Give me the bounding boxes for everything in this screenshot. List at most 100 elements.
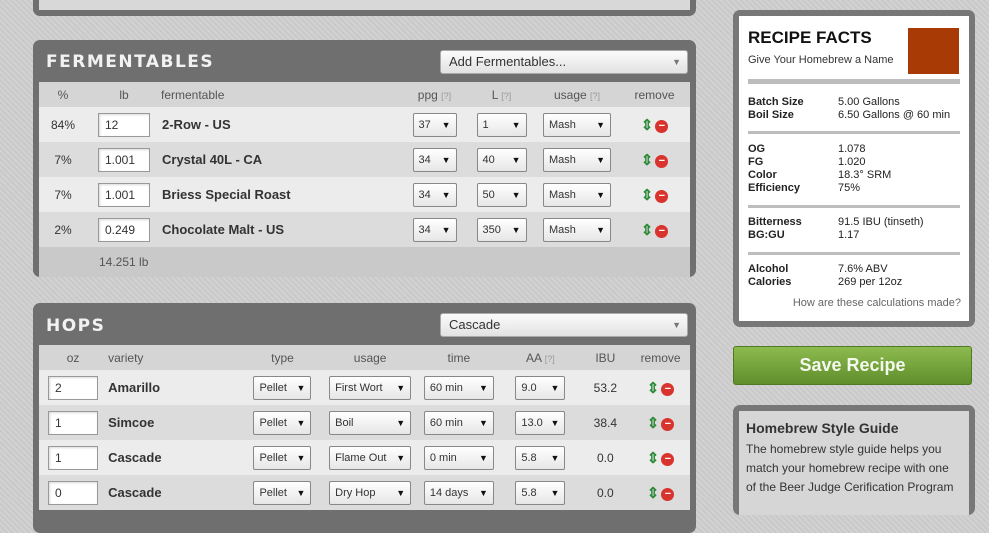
up-down-arrow-icon[interactable]: ⇕: [647, 415, 660, 432]
ppg-select[interactable]: 34 ▼: [412, 217, 457, 242]
add-hops-select[interactable]: Cascade ▼: [440, 313, 688, 337]
fermentables-title: FERMENTABLES: [46, 52, 215, 72]
oz-input[interactable]: 2: [48, 375, 99, 400]
facts-divider: [748, 205, 960, 208]
up-down-arrow-icon[interactable]: ⇕: [647, 450, 660, 467]
hop-type-select[interactable]: Pellet ▼: [253, 410, 312, 435]
hop-variety: Cascade: [107, 475, 242, 510]
col-percent: %: [39, 82, 87, 107]
usage-select[interactable]: Mash ▼: [543, 182, 611, 207]
chevron-down-icon: ▼: [596, 154, 605, 165]
recipe-name-field[interactable]: Give Your Homebrew a Name: [748, 54, 894, 66]
percent-cell: 7%: [39, 177, 87, 212]
remove-icon[interactable]: −: [655, 154, 669, 168]
chevron-down-icon: ▼: [672, 57, 681, 67]
remove-icon[interactable]: −: [655, 119, 669, 133]
hop-ibu: 53.2: [579, 370, 632, 405]
hop-time-select[interactable]: 60 min ▼: [423, 375, 494, 400]
hops-table: oz variety type usage time AA [?] IBU re…: [39, 345, 690, 510]
remove-icon[interactable]: −: [661, 382, 675, 396]
oz-input[interactable]: 0: [48, 480, 99, 505]
style-guide-panel: Homebrew Style Guide The homebrew style …: [733, 405, 975, 515]
usage-select[interactable]: Mash ▼: [543, 217, 611, 242]
l-select[interactable]: 350 ▼: [476, 217, 527, 242]
chevron-down-icon: ▼: [550, 417, 560, 428]
hop-usage-select[interactable]: Boil ▼: [329, 410, 412, 435]
fact-color: Color 18.3° SRM: [748, 169, 892, 181]
fact-fg: FG 1.020: [748, 156, 866, 168]
usage-select[interactable]: Mash ▼: [543, 112, 611, 137]
save-recipe-button[interactable]: Save Recipe: [733, 346, 972, 385]
style-guide-title: Homebrew Style Guide: [746, 420, 899, 436]
fact-boil-size: Boil Size 6.50 Gallons @ 60 min: [748, 109, 951, 121]
col-lb: lb: [87, 82, 161, 107]
beer-color-swatch: [908, 28, 959, 74]
hop-ibu: 0.0: [579, 475, 632, 510]
hop-time-select[interactable]: 14 days ▼: [423, 480, 494, 505]
fact-bg-gu: BG:GU 1.17: [748, 229, 860, 241]
chevron-down-icon: ▼: [550, 382, 560, 393]
ppg-select[interactable]: 37 ▼: [412, 112, 457, 137]
table-header: oz variety type usage time AA [?] IBU re…: [39, 345, 690, 370]
chevron-down-icon: ▼: [441, 189, 451, 200]
fact-alcohol: Alcohol 7.6% ABV: [748, 263, 888, 275]
chevron-down-icon: ▼: [550, 487, 560, 498]
remove-icon[interactable]: −: [661, 417, 675, 431]
hop-aa-select[interactable]: 13.0 ▼: [515, 410, 566, 435]
aa-help-link[interactable]: [?]: [545, 354, 555, 364]
up-down-arrow-icon[interactable]: ⇕: [641, 187, 654, 204]
l-select[interactable]: 1 ▼: [476, 112, 527, 137]
calculations-help-link[interactable]: How are these calculations made?: [793, 297, 961, 309]
lb-input[interactable]: 1.001: [98, 182, 150, 207]
col-oz: oz: [39, 345, 108, 370]
chevron-down-icon: ▼: [296, 452, 306, 463]
usage-select[interactable]: Mash ▼: [543, 147, 611, 172]
ppg-help-link[interactable]: [?]: [441, 91, 451, 101]
l-help-link[interactable]: [?]: [501, 91, 511, 101]
hop-type-select[interactable]: Pellet ▼: [253, 445, 312, 470]
fact-batch-size: Batch Size 5.00 Gallons: [748, 96, 900, 108]
percent-cell: 7%: [39, 142, 87, 177]
chevron-down-icon: ▼: [596, 119, 605, 130]
lb-input[interactable]: 12: [98, 112, 150, 137]
l-select[interactable]: 40 ▼: [476, 147, 527, 172]
hop-aa-select[interactable]: 5.8 ▼: [515, 480, 566, 505]
l-select[interactable]: 50 ▼: [476, 182, 527, 207]
add-fermentables-select[interactable]: Add Fermentables... ▼: [440, 50, 688, 74]
hop-usage-select[interactable]: Flame Out ▼: [329, 445, 412, 470]
hop-type-select[interactable]: Pellet ▼: [253, 480, 312, 505]
hops-panel: HOPS Cascade ▼ oz variety type usage tim…: [33, 303, 696, 533]
total-weight: 14.251 lb: [87, 247, 401, 277]
hop-aa-select[interactable]: 9.0 ▼: [515, 375, 566, 400]
lb-input[interactable]: 1.001: [98, 147, 150, 172]
remove-icon[interactable]: −: [655, 224, 669, 238]
remove-icon[interactable]: −: [661, 487, 675, 501]
lb-input[interactable]: 0.249: [98, 217, 150, 242]
usage-help-link[interactable]: [?]: [590, 91, 600, 101]
fermentable-name: Crystal 40L - CA: [161, 142, 401, 177]
fact-efficiency: Efficiency 75%: [748, 182, 861, 194]
up-down-arrow-icon[interactable]: ⇕: [641, 222, 654, 239]
up-down-arrow-icon[interactable]: ⇕: [647, 485, 660, 502]
facts-divider: [748, 131, 960, 134]
hop-type-select[interactable]: Pellet ▼: [253, 375, 312, 400]
col-hop-usage: usage: [323, 345, 417, 370]
ppg-select[interactable]: 34 ▼: [412, 182, 457, 207]
oz-input[interactable]: 1: [48, 445, 99, 470]
chevron-down-icon: ▼: [396, 382, 406, 393]
hop-usage-select[interactable]: Dry Hop ▼: [329, 480, 412, 505]
hop-time-select[interactable]: 0 min ▼: [423, 445, 494, 470]
hop-usage-select[interactable]: First Wort ▼: [329, 375, 412, 400]
up-down-arrow-icon[interactable]: ⇕: [641, 117, 654, 134]
oz-input[interactable]: 1: [48, 410, 99, 435]
remove-icon[interactable]: −: [655, 189, 669, 203]
facts-divider: [748, 252, 960, 255]
hop-aa-select[interactable]: 5.8 ▼: [515, 445, 566, 470]
hop-time-select[interactable]: 60 min ▼: [423, 410, 494, 435]
up-down-arrow-icon[interactable]: ⇕: [647, 380, 660, 397]
chevron-down-icon: ▼: [296, 487, 306, 498]
remove-icon[interactable]: −: [661, 452, 675, 466]
ppg-select[interactable]: 34 ▼: [412, 147, 457, 172]
up-down-arrow-icon[interactable]: ⇕: [641, 152, 654, 169]
chevron-down-icon: ▼: [511, 119, 521, 130]
